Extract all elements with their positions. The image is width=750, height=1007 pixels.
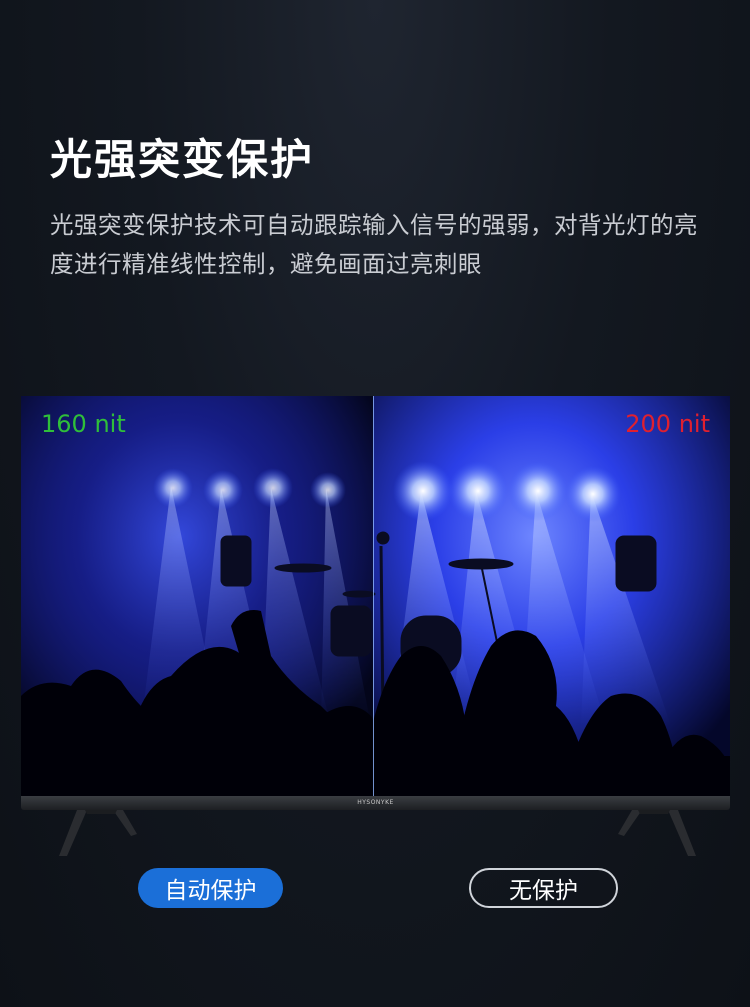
right-brightness-label: 200 nit: [625, 410, 710, 438]
left-brightness-label: 160 nit: [41, 410, 126, 438]
tv-screen: 160 nit 200 nit: [21, 396, 730, 796]
feature-description: 光强突变保护技术可自动跟踪输入信号的强弱，对背光灯的亮度进行精准线性控制，避免画…: [50, 211, 698, 278]
tv-bezel: HYSONYKE: [21, 796, 730, 810]
concert-scene-image: [21, 396, 730, 796]
page-title: 光强突变保护: [50, 135, 315, 184]
no-protect-button[interactable]: 无保护: [469, 868, 618, 908]
auto-protect-button[interactable]: 自动保护: [138, 868, 283, 908]
tv-leg-left: [59, 810, 137, 856]
tv-leg-right: [618, 810, 696, 856]
tv-illustration: 160 nit 200 nit HYSONYKE: [21, 396, 730, 810]
tv-brand-logo: HYSONYKE: [357, 799, 394, 806]
